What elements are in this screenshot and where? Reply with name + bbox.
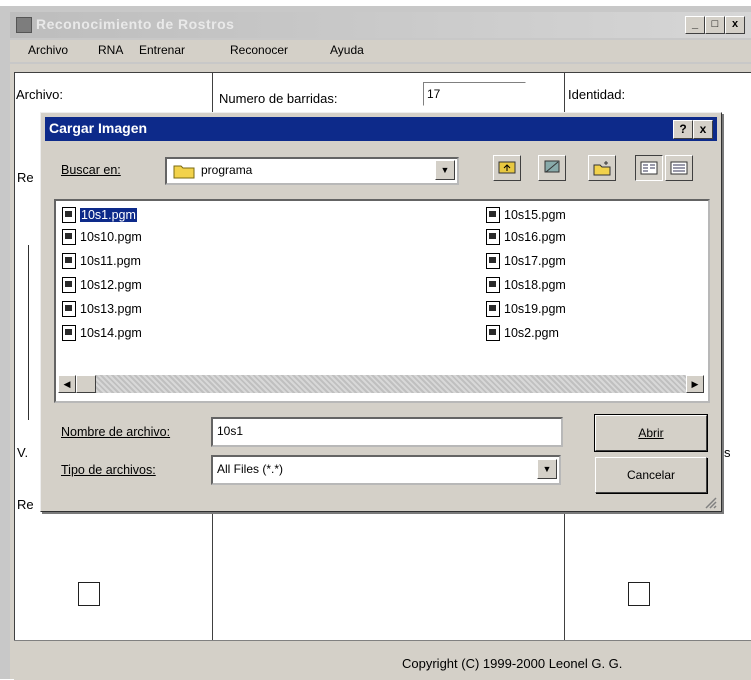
file-item[interactable]: 10s14.pgm [62, 323, 142, 343]
abrir-button[interactable]: Abrir [594, 414, 708, 452]
tipo-select[interactable]: All Files (*.*) ▼ [211, 455, 561, 485]
tipo-dropdown-arrow[interactable]: ▼ [537, 459, 557, 479]
menu-entrenar[interactable]: Entrenar [139, 43, 185, 57]
file-item[interactable]: 10s17.pgm [486, 251, 566, 271]
right-checkbox[interactable] [628, 582, 650, 606]
left-frame-line [28, 245, 29, 420]
file-name: 10s13.pgm [80, 302, 142, 316]
re-label-1: Re [17, 170, 34, 185]
file-item[interactable]: 10s2.pgm [486, 323, 559, 343]
cargar-imagen-dialog: Cargar Imagen ? x Buscar en: programa ▼ … [40, 112, 722, 512]
file-item[interactable]: 10s10.pgm [62, 227, 142, 247]
file-icon [62, 229, 76, 245]
file-icon [486, 229, 500, 245]
app-icon [16, 17, 32, 33]
file-item[interactable]: 10s13.pgm [62, 299, 142, 319]
file-item[interactable]: 10s16.pgm [486, 227, 566, 247]
buscar-label-text: Buscar en: [61, 163, 121, 177]
file-icon [62, 253, 76, 269]
scroll-right-arrow[interactable]: ▶ [686, 375, 704, 393]
archivo-label: Archivo: [16, 87, 63, 102]
help-button[interactable]: ? [673, 120, 693, 139]
nombre-label-text: Nombre de archivo: [61, 425, 171, 439]
scroll-thumb[interactable] [76, 375, 96, 393]
file-icon [486, 277, 500, 293]
maximize-button[interactable]: □ [705, 16, 725, 34]
resize-grip-icon[interactable] [703, 495, 717, 509]
abrir-label: Abrir [638, 426, 664, 440]
desktop-icon [544, 160, 560, 173]
dialog-close-button[interactable]: x [693, 120, 713, 139]
list-view-button[interactable] [635, 155, 663, 181]
file-name: 10s17.pgm [504, 254, 566, 268]
barridas-input[interactable]: 17 [423, 82, 526, 106]
file-item[interactable]: 10s12.pgm [62, 275, 142, 295]
file-icon [486, 207, 500, 223]
file-icon [486, 253, 500, 269]
file-name: 10s2.pgm [504, 326, 559, 340]
file-item[interactable]: 10s18.pgm [486, 275, 566, 295]
file-name: 10s16.pgm [504, 230, 566, 244]
file-icon [62, 325, 76, 341]
file-icon [486, 325, 500, 341]
s-label: s [724, 445, 731, 460]
minimize-button[interactable]: _ [685, 16, 705, 34]
file-name: 10s19.pgm [504, 302, 566, 316]
tipo-label: Tipo de archivos: [61, 463, 156, 477]
details-view-button[interactable] [665, 155, 693, 181]
v-label: V. [17, 445, 29, 460]
horizontal-scrollbar[interactable]: ◀ ▶ [58, 375, 704, 393]
tipo-value: All Files (*.*) [217, 462, 284, 476]
tipo-label-text: Tipo de archivos: [61, 463, 156, 477]
file-name: 10s15.pgm [504, 208, 566, 222]
copyright-text: Copyright (C) 1999-2000 Leonel G. G. [402, 656, 623, 671]
up-folder-button[interactable] [493, 155, 521, 181]
list-view-icon [640, 161, 658, 175]
buscar-combo[interactable]: programa ▼ [165, 157, 459, 185]
dialog-title-bar: Cargar Imagen ? x [45, 117, 717, 141]
folder-name: programa [201, 163, 253, 177]
new-folder-icon [593, 161, 611, 176]
details-view-icon [670, 161, 688, 175]
file-icon [486, 301, 500, 317]
status-bar: Copyright (C) 1999-2000 Leonel G. G. [14, 640, 751, 680]
up-folder-icon [498, 161, 516, 174]
left-checkbox[interactable] [78, 582, 100, 606]
new-folder-button[interactable] [588, 155, 616, 181]
file-name: 10s18.pgm [504, 278, 566, 292]
menu-archivo[interactable]: Archivo [28, 43, 68, 57]
desktop-button[interactable] [538, 155, 566, 181]
folder-icon [173, 165, 195, 179]
file-icon [62, 277, 76, 293]
file-icon [62, 301, 76, 317]
window-title: Reconocimiento de Rostros [36, 16, 235, 32]
re-label-2: Re [17, 497, 34, 512]
menu-reconocer[interactable]: Reconocer [230, 43, 288, 57]
file-name: 10s1.pgm [80, 208, 137, 222]
buscar-label: Buscar en: [61, 163, 121, 177]
menu-bar: Archivo RNA Entrenar Reconocer Ayuda [10, 40, 751, 62]
main-title-bar: Reconocimiento de Rostros _ □ x [10, 12, 751, 38]
file-item[interactable]: 10s19.pgm [486, 299, 566, 319]
file-item[interactable]: 10s1.pgm [62, 205, 137, 225]
nombre-label: Nombre de archivo: [61, 425, 170, 439]
file-list[interactable]: 10s1.pgm 10s10.pgm 10s11.pgm 10s12.pgm 1… [54, 199, 710, 403]
cancelar-button[interactable]: Cancelar [595, 457, 707, 493]
file-name: 10s11.pgm [80, 254, 141, 268]
identidad-label: Identidad: [568, 87, 626, 102]
menu-ayuda[interactable]: Ayuda [330, 43, 364, 57]
file-item[interactable]: 10s15.pgm [486, 205, 566, 225]
nombre-input[interactable]: 10s1 [211, 417, 563, 447]
file-name: 10s10.pgm [80, 230, 142, 244]
menu-rna[interactable]: RNA [98, 43, 123, 57]
file-icon [62, 207, 76, 223]
file-item[interactable]: 10s11.pgm [62, 251, 141, 271]
barridas-label: Numero de barridas: [219, 91, 338, 106]
close-button[interactable]: x [725, 16, 745, 34]
scroll-left-arrow[interactable]: ◀ [58, 375, 76, 393]
buscar-dropdown-arrow[interactable]: ▼ [435, 160, 455, 180]
dialog-title: Cargar Imagen [49, 120, 148, 136]
file-name: 10s14.pgm [80, 326, 142, 340]
file-name: 10s12.pgm [80, 278, 142, 292]
